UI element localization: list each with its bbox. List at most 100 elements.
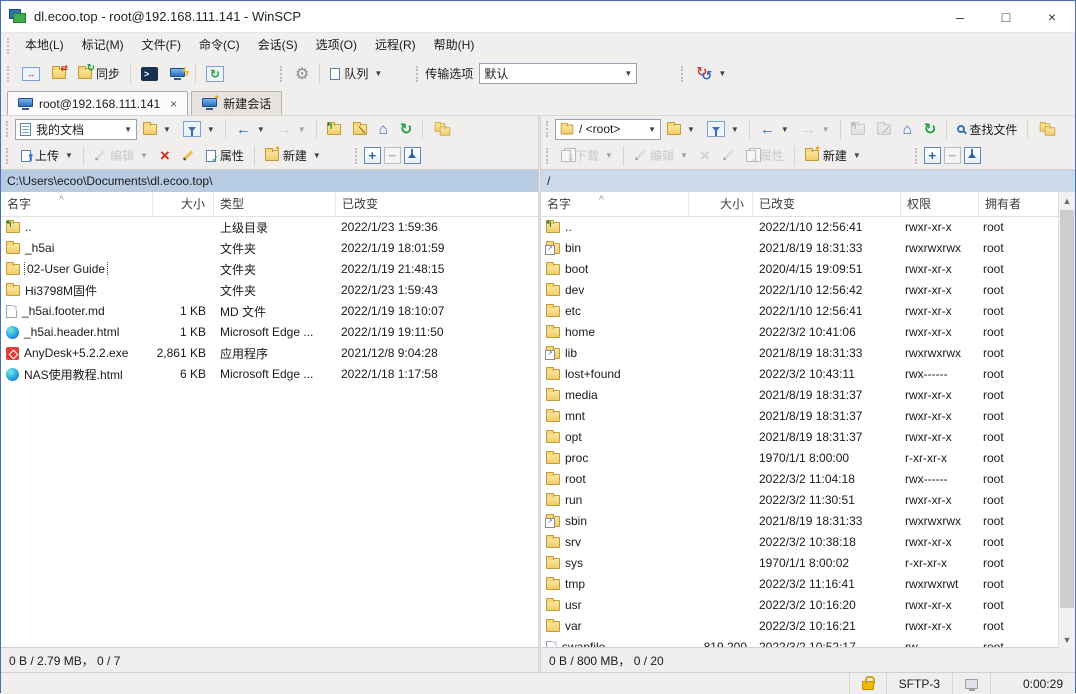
column-header-changed[interactable]: 已改变 [753, 192, 901, 216]
scroll-up-icon[interactable]: ▲ [1059, 192, 1075, 209]
column-header-name[interactable]: 名字^ [541, 192, 689, 216]
remote-select-remove-button[interactable]: − [944, 147, 961, 164]
local-open-directory-button[interactable]: ▼ [138, 121, 176, 138]
local-parent-directory-button[interactable] [322, 121, 346, 138]
remote-delete-button[interactable]: × [695, 144, 715, 167]
column-header-owner[interactable]: 拥有者 [979, 192, 1058, 216]
tab-close-icon[interactable]: × [170, 97, 177, 111]
menu-mark[interactable]: 标记(M) [73, 33, 133, 58]
local-back-button[interactable]: ← ▼ [231, 119, 270, 140]
local-delete-button[interactable]: × [155, 144, 175, 167]
file-row[interactable]: ..2022/1/10 12:56:41rwxr-xr-xroot [541, 217, 1058, 238]
remote-scrollbar[interactable]: ▲ ▼ [1058, 192, 1075, 648]
local-select-add-button[interactable]: + [364, 147, 381, 164]
local-properties-button[interactable]: ✓ 属性 [201, 144, 249, 167]
session-tab-active[interactable]: root@192.168.111.141 × [7, 91, 188, 115]
open-console-button[interactable]: ϟ [165, 65, 190, 83]
remote-new-button[interactable]: ✦ 新建 ▼ [800, 144, 866, 167]
file-row[interactable]: Hi3798M固件文件夹2022/1/23 1:59:43 [1, 280, 538, 301]
file-row[interactable]: NAS使用教程.html6 KBMicrosoft Edge ...2022/1… [1, 364, 538, 385]
remote-address-bar[interactable]: / [541, 169, 1075, 192]
local-refresh-button[interactable]: ↻ [395, 119, 418, 140]
upload-button[interactable]: ⇑ 上传 ▼ [16, 144, 78, 167]
column-header-type[interactable]: 类型 [214, 192, 336, 216]
find-files-button[interactable]: 查找文件 [952, 118, 1022, 141]
local-drive-selector[interactable]: 我的文档 ▼ [15, 119, 137, 140]
file-row[interactable]: _h5ai文件夹2022/1/19 18:01:59 [1, 238, 538, 259]
scroll-down-icon[interactable]: ▼ [1059, 631, 1075, 648]
remote-edit-button[interactable]: 编辑 ▼ [629, 144, 693, 167]
minimize-button[interactable]: – [937, 1, 983, 32]
menu-local[interactable]: 本地(L) [16, 33, 73, 58]
column-header-permissions[interactable]: 权限 [901, 192, 979, 216]
file-row[interactable]: usr2022/3/2 10:16:20rwxr-xr-xroot [541, 595, 1058, 616]
file-row[interactable]: bin2021/8/19 18:31:33rwxrwxrwxroot [541, 238, 1058, 259]
local-filter-button[interactable]: ▼ [178, 118, 220, 140]
file-row[interactable]: sys1970/1/1 8:00:02r-xr-xr-xroot [541, 553, 1058, 574]
local-open-in-explorer-button[interactable] [428, 119, 456, 139]
file-row[interactable]: boot2020/4/15 19:09:51rwxr-xr-xroot [541, 259, 1058, 280]
remote-forward-button[interactable]: → ▼ [796, 119, 835, 140]
remote-select-add-button[interactable]: + [924, 147, 941, 164]
menu-options[interactable]: 选项(O) [307, 33, 366, 58]
refresh-session-button[interactable]: ↻ [201, 63, 229, 85]
file-row[interactable]: lost+found2022/3/2 10:43:11rwx------root [541, 364, 1058, 385]
remote-selection-filter-button[interactable] [964, 147, 981, 164]
file-row[interactable]: run2022/3/2 11:30:51rwxr-xr-xroot [541, 490, 1058, 511]
local-address-bar[interactable]: C:\Users\ecoo\Documents\dl.ecoo.top\ [1, 169, 538, 192]
file-row[interactable]: _h5ai.header.html1 KBMicrosoft Edge ...2… [1, 322, 538, 343]
download-button[interactable]: ⇓ 下载 ▼ [556, 144, 618, 167]
file-row[interactable]: srv2022/3/2 10:38:18rwxr-xr-xroot [541, 532, 1058, 553]
menu-help[interactable]: 帮助(H) [425, 33, 484, 58]
local-edit-button[interactable]: 编辑 ▼ [89, 144, 153, 167]
remote-home-directory-button[interactable]: ⌂ [898, 119, 917, 140]
local-home-directory-button[interactable]: ⌂ [374, 119, 393, 140]
file-row[interactable]: sbin2021/8/19 18:31:33rwxrwxrwxroot [541, 511, 1058, 532]
menu-commands[interactable]: 命令(C) [190, 33, 249, 58]
file-row[interactable]: _h5ai.footer.md1 KBMD 文件2022/1/19 18:10:… [1, 301, 538, 322]
maximize-button[interactable]: □ [983, 1, 1029, 32]
remote-root-directory-button[interactable]: ⟋ [872, 121, 896, 138]
file-row[interactable]: mnt2021/8/19 18:31:37rwxr-xr-xroot [541, 406, 1058, 427]
file-row[interactable]: 02-User Guide文件夹2022/1/19 21:48:15 [1, 259, 538, 280]
file-row[interactable]: tmp2022/3/2 11:16:41rwxrwxrwtroot [541, 574, 1058, 595]
remote-open-directory-button[interactable]: ▼ [662, 121, 700, 138]
file-row[interactable]: proc1970/1/1 8:00:00r-xr-xr-xroot [541, 448, 1058, 469]
close-button[interactable]: × [1029, 1, 1075, 32]
file-row[interactable]: AnyDesk+5.2.2.exe2,861 KB应用程序2021/12/8 9… [1, 343, 538, 364]
remote-drive-selector[interactable]: / <root> ▼ [555, 119, 661, 140]
local-forward-button[interactable]: → ▼ [272, 119, 311, 140]
compare-directories-button[interactable]: ↔ [17, 64, 45, 84]
file-row[interactable]: media2021/8/19 18:31:37rwxr-xr-xroot [541, 385, 1058, 406]
local-selection-filter-button[interactable] [404, 147, 421, 164]
local-root-directory-button[interactable]: ⟍ [348, 121, 372, 138]
remote-back-button[interactable]: ← ▼ [755, 119, 794, 140]
file-row[interactable]: root2022/3/2 11:04:18rwx------root [541, 469, 1058, 490]
file-row[interactable]: dev2022/1/10 12:56:42rwxr-xr-xroot [541, 280, 1058, 301]
local-select-remove-button[interactable]: − [384, 147, 401, 164]
remote-properties-button[interactable]: ✓ 属性 [741, 144, 789, 167]
menu-file[interactable]: 文件(F) [133, 33, 190, 58]
remote-parent-directory-button[interactable] [846, 121, 870, 138]
menu-remote[interactable]: 远程(R) [366, 33, 425, 58]
queue-button[interactable]: 队列 ▼ [325, 62, 387, 85]
column-header-size[interactable]: 大小 [153, 192, 214, 216]
file-row[interactable]: swapfile819,2002022/3/2 10:52:17rw-root [541, 637, 1058, 647]
local-rename-button[interactable] [177, 151, 199, 160]
file-row[interactable]: opt2021/8/19 18:31:37rwxr-xr-xroot [541, 427, 1058, 448]
preferences-button[interactable]: ⚙ [290, 61, 314, 87]
menu-session[interactable]: 会话(S) [249, 33, 307, 58]
local-new-button[interactable]: ✦ 新建 ▼ [260, 144, 326, 167]
transfer-settings-dropdown[interactable]: 默认 ▼ [479, 63, 637, 84]
file-row[interactable]: etc2022/1/10 12:56:41rwxr-xr-xroot [541, 301, 1058, 322]
new-session-tab[interactable]: ✦ 新建会话 [191, 91, 282, 115]
column-header-size[interactable]: 大小 [689, 192, 753, 216]
remote-filter-button[interactable]: ▼ [702, 118, 744, 140]
scrollbar-thumb[interactable] [1060, 210, 1074, 608]
remote-refresh-button[interactable]: ↻ [919, 119, 942, 140]
swap-panels-button[interactable]: ⇄ [47, 65, 71, 82]
file-row[interactable]: lib2021/8/19 18:31:33rwxrwxrwxroot [541, 343, 1058, 364]
synchronize-button[interactable]: ↻ 同步 [73, 62, 125, 85]
column-header-changed[interactable]: 已改变 [336, 192, 538, 216]
column-header-name[interactable]: 名字^ [1, 192, 153, 216]
